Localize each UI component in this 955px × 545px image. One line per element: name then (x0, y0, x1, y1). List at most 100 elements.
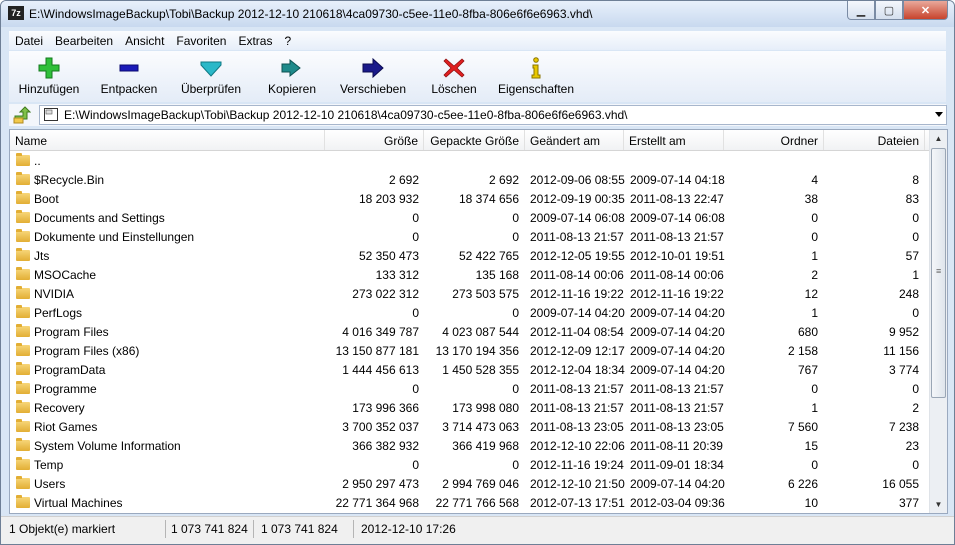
menu-help[interactable]: ? (278, 34, 297, 48)
chevron-down-icon[interactable] (935, 112, 943, 117)
cell-modified: 2012-11-16 19:22 (530, 287, 624, 301)
menu-favoriten[interactable]: Favoriten (170, 34, 232, 48)
address-field[interactable]: E:\WindowsImageBackup\Tobi\Backup 2012-1… (39, 105, 947, 125)
table-row[interactable]: PerfLogs 0 0 2009-07-14 04:20 2009-07-14 04:… (10, 303, 930, 322)
table-row[interactable]: MSOCache 133 312 135 168 2011-08-14 00:06 20… (10, 265, 930, 284)
cell-created: 2009-07-14 04:20 (630, 363, 725, 377)
table-row[interactable]: Programme 0 0 2011-08-13 21:57 2011-08-13 21… (10, 379, 930, 398)
cell-created: 2012-10-01 19:51 (630, 249, 725, 263)
cell-created: 2009-07-14 04:20 (630, 306, 725, 320)
table-row[interactable]: .. (10, 151, 930, 170)
table-row[interactable]: Users 2 950 297 473 2 994 769 046 2012-12-1… (10, 474, 930, 493)
column-header-created[interactable]: Erstellt am (624, 130, 724, 150)
title-bar[interactable]: 7z E:\WindowsImageBackup\Tobi\Backup 201… (1, 1, 954, 27)
extract-button[interactable]: Entpacken (95, 53, 163, 99)
cell-name: $Recycle.Bin (34, 173, 105, 187)
cell-created: 2011-08-14 00:06 (630, 268, 724, 282)
copy-icon (281, 58, 301, 78)
cell-modified: 2009-07-14 06:08 (530, 211, 625, 225)
cell-files: 8 (912, 173, 919, 187)
column-header-folders[interactable]: Ordner (724, 130, 824, 150)
table-row[interactable]: Dokumente und Einstellungen 0 0 2011-08-13 … (10, 227, 930, 246)
test-button[interactable]: Überprüfen (173, 53, 249, 99)
cell-size (325, 151, 419, 170)
cell-files: 23 (905, 439, 919, 453)
table-row[interactable]: Virtual Machines 22 771 364 968 22 771 766… (10, 493, 930, 512)
cell-packed-size: 135 168 (475, 268, 519, 282)
table-row[interactable]: NVIDIA 273 022 312 273 503 575 2012-11-16 1… (10, 284, 930, 303)
cell-files: 3 774 (888, 363, 919, 377)
menu-bearbeiten[interactable]: Bearbeiten (49, 34, 119, 48)
cell-packed-size: 273 503 575 (452, 287, 519, 301)
move-button[interactable]: Verschieben (335, 53, 411, 99)
add-icon (38, 57, 60, 79)
folder-icon (16, 324, 30, 337)
table-row[interactable]: System Volume Information 366 382 932 366 … (10, 436, 930, 455)
copy-button[interactable]: Kopieren (261, 53, 323, 99)
cell-name: Program Files (x86) (34, 344, 140, 358)
list-header: Name Größe Gepackte Größe Geändert am Er… (10, 130, 947, 151)
column-header-size[interactable]: Größe (325, 130, 424, 150)
maximize-button[interactable]: ▢ (875, 1, 903, 20)
add-button[interactable]: Hinzufügen (13, 53, 85, 99)
app-icon[interactable]: 7z (8, 6, 24, 20)
cell-folders: 0 (811, 230, 818, 244)
menu-extras[interactable]: Extras (232, 34, 278, 48)
menu-datei[interactable]: Datei (9, 34, 49, 48)
minimize-button[interactable]: ▁ (847, 1, 875, 20)
folder-icon (16, 438, 30, 451)
cell-files: 9 952 (888, 325, 919, 339)
cell-packed-size: 366 419 968 (452, 439, 519, 453)
cell-packed-size (424, 151, 519, 170)
cell-modified: 2012-09-19 00:35 (530, 192, 625, 206)
cell-folders: 0 (811, 382, 818, 396)
scroll-thumb[interactable]: ≡ (931, 148, 946, 398)
cell-size: 133 312 (375, 268, 419, 282)
column-header-modified[interactable]: Geändert am (525, 130, 624, 150)
table-row[interactable]: Recovery 173 996 366 173 998 080 2011-08-13… (10, 398, 930, 417)
cell-folders: 4 (811, 173, 818, 187)
column-header-files[interactable]: Dateien (824, 130, 925, 150)
cell-modified: 2012-07-13 17:51 (530, 496, 625, 510)
cell-files: 16 055 (882, 477, 919, 491)
cell-size: 18 203 932 (358, 192, 419, 206)
table-row[interactable]: $Recycle.Bin 2 692 2 692 2012-09-06 08:55 20… (10, 170, 930, 189)
delete-button[interactable]: Löschen (423, 53, 485, 99)
scroll-up-button[interactable]: ▲ (930, 130, 947, 147)
table-row[interactable]: Temp 0 0 2012-11-16 19:24 2011-09-01 18:34 0 0 (10, 455, 930, 474)
cell-created: 2011-08-13 23:05 (630, 420, 724, 434)
cell-name: Recovery (34, 401, 85, 415)
window-title: E:\WindowsImageBackup\Tobi\Backup 2012-1… (29, 7, 593, 21)
cell-created: 2011-08-13 22:47 (630, 192, 724, 206)
table-row[interactable]: Program Files (x86) 13 150 877 181 13 170 … (10, 341, 930, 360)
cell-folders: 1 (811, 401, 818, 415)
properties-label: Eigenschaften (497, 82, 575, 96)
scroll-down-button[interactable]: ▼ (930, 496, 947, 513)
column-header-packed-size[interactable]: Gepackte Größe (424, 130, 525, 150)
cell-name: .. (34, 154, 41, 168)
table-row[interactable]: Boot 18 203 932 18 374 656 2012-09-19 00:35… (10, 189, 930, 208)
cell-name: MSOCache (34, 268, 97, 282)
column-header-name[interactable]: Name (10, 130, 325, 150)
vertical-scrollbar[interactable]: ▲ ≡ ▼ (929, 130, 947, 513)
table-row[interactable]: Riot Games 3 700 352 037 3 714 473 063 2011… (10, 417, 930, 436)
extract-icon (119, 64, 139, 72)
cell-modified: 2012-11-16 19:24 (530, 458, 624, 472)
cell-files: 0 (912, 382, 919, 396)
table-row[interactable]: Jts 52 350 473 52 422 765 2012-12-05 19:55 2… (10, 246, 930, 265)
table-row[interactable]: Documents and Settings 0 0 2009-07-14 06:08… (10, 208, 930, 227)
cell-modified: 2012-12-05 19:55 (530, 249, 625, 263)
folder-icon (16, 419, 30, 432)
close-button[interactable]: ✕ (903, 1, 948, 20)
menu-ansicht[interactable]: Ansicht (119, 34, 170, 48)
app-window: 7z E:\WindowsImageBackup\Tobi\Backup 201… (0, 0, 955, 545)
cell-folders: 2 (811, 268, 818, 282)
folder-up-icon[interactable] (13, 106, 31, 124)
properties-button[interactable]: Eigenschaften (495, 53, 577, 99)
table-row[interactable]: Program Files 4 016 349 787 4 023 087 544 2… (10, 322, 930, 341)
cell-created: 2011-08-13 21:57 (630, 230, 724, 244)
cell-name: Temp (34, 458, 64, 472)
cell-folders: 2 158 (787, 344, 818, 358)
table-row[interactable]: ProgramData 1 444 456 613 1 450 528 355 201… (10, 360, 930, 379)
test-label: Überprüfen (180, 82, 242, 96)
